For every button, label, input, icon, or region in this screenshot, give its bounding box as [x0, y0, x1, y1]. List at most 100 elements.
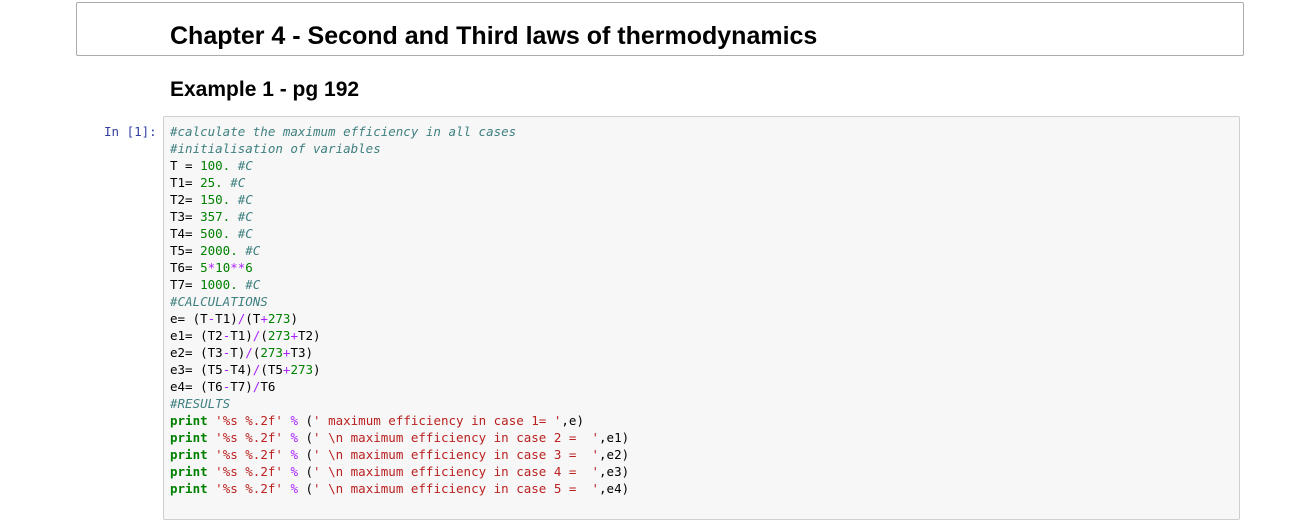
code-token-keyword: print [170, 413, 208, 428]
code-token-name: (T [245, 311, 261, 326]
markdown-cell-chapter[interactable]: Chapter 4 - Second and Third laws of the… [76, 2, 1244, 56]
code-token-name: e1= (T2 [170, 328, 223, 343]
code-token-name: ( [297, 413, 314, 428]
code-token-name: T = [170, 158, 201, 173]
code-token-comment: #RESULTS [170, 396, 231, 411]
code-cell-editor[interactable]: #calculate the maximum efficiency in all… [163, 116, 1240, 520]
code-token-name: T1= [170, 175, 201, 190]
code-token-name: T7) [230, 379, 253, 394]
code-line: #CALCULATIONS [170, 293, 629, 310]
code-token-string: ' \n maximum efficiency in case 5 = ' [313, 481, 600, 496]
code-token-name: ( [297, 447, 314, 462]
code-token-name [230, 158, 238, 173]
code-token-keyword: print [170, 464, 208, 479]
code-token-name [230, 192, 238, 207]
code-token-comment: #CALCULATIONS [170, 294, 268, 309]
code-token-op: / [245, 345, 253, 360]
code-token-number: 100. [200, 158, 231, 173]
code-token-name: T1) [215, 311, 238, 326]
code-token-name: ( [297, 430, 314, 445]
code-token-name: T2) [297, 328, 321, 343]
code-token-number: 357. [200, 209, 231, 224]
code-line: e= (T-T1)/(T+273) [170, 310, 629, 327]
code-token-op: % [290, 413, 298, 428]
code-line: T = 100. #C [170, 157, 629, 174]
code-token-name: ) [313, 362, 321, 377]
code-token-name: T5= [170, 243, 201, 258]
code-token-name: ) [290, 311, 298, 326]
code-token-string: ' \n maximum efficiency in case 2 = ' [313, 430, 600, 445]
code-line: T4= 500. #C [170, 225, 629, 242]
code-token-string: '%s %.2f' [215, 464, 283, 479]
code-token-comment: #C [237, 226, 253, 241]
code-token-number: 150. [200, 192, 231, 207]
code-line: print '%s %.2f' % (' \n maximum efficien… [170, 463, 629, 480]
code-token-comment: #calculate the maximum efficiency in all… [170, 124, 517, 139]
code-token-name: (T5 [260, 362, 283, 377]
code-token-number: 273 [267, 311, 291, 326]
code-token-op: % [290, 430, 298, 445]
code-token-comment: #C [230, 175, 246, 190]
code-token-number: 273 [290, 362, 314, 377]
code-line: print '%s %.2f' % (' maximum efficiency … [170, 412, 629, 429]
code-token-string: '%s %.2f' [215, 413, 283, 428]
code-line: T5= 2000. #C [170, 242, 629, 259]
code-token-name: T) [230, 345, 246, 360]
code-token-number: 500. [200, 226, 231, 241]
code-token-comment: #C [237, 209, 253, 224]
code-token-name: e3= (T5 [170, 362, 223, 377]
code-token-keyword: print [170, 447, 208, 462]
code-token-name: T2= [170, 192, 201, 207]
code-line: print '%s %.2f' % (' \n maximum efficien… [170, 429, 629, 446]
code-token-name: ( [297, 481, 314, 496]
code-token-name: T6 [260, 379, 276, 394]
code-line: e4= (T6-T7)/T6 [170, 378, 629, 395]
code-token-name: ,e3) [599, 464, 630, 479]
code-token-op: + [290, 328, 298, 343]
code-token-comment: #C [245, 277, 261, 292]
code-token-number: 25. [200, 175, 223, 190]
code-token-name: T7= [170, 277, 201, 292]
code-token-comment: #initialisation of variables [170, 141, 381, 156]
code-token-number: 273 [267, 328, 291, 343]
code-token-name: T1) [230, 328, 253, 343]
code-token-op: % [290, 481, 298, 496]
code-token-string: ' \n maximum efficiency in case 3 = ' [313, 447, 600, 462]
code-token-string: '%s %.2f' [215, 430, 283, 445]
code-token-name: ,e2) [599, 447, 630, 462]
code-token-op: % [290, 464, 298, 479]
code-token-number: 1000. [200, 277, 238, 292]
code-block[interactable]: #calculate the maximum efficiency in all… [170, 123, 629, 497]
code-token-number: 10 [215, 260, 231, 275]
code-token-name: e4= (T6 [170, 379, 223, 394]
code-line: print '%s %.2f' % (' \n maximum efficien… [170, 446, 629, 463]
code-token-number: 273 [260, 345, 283, 360]
code-line: T2= 150. #C [170, 191, 629, 208]
code-token-name: e= (T [170, 311, 208, 326]
code-token-name: ,e4) [599, 481, 630, 496]
code-token-name: ,e1) [599, 430, 630, 445]
code-line: T6= 5*10**6 [170, 259, 629, 276]
code-token-string: '%s %.2f' [215, 481, 283, 496]
code-line: #RESULTS [170, 395, 629, 412]
code-line: e1= (T2-T1)/(273+T2) [170, 327, 629, 344]
code-token-name: T3) [290, 345, 314, 360]
code-token-op: ** [230, 260, 246, 275]
code-token-keyword: print [170, 430, 208, 445]
code-line: e2= (T3-T)/(273+T3) [170, 344, 629, 361]
code-token-name [230, 209, 238, 224]
code-line: e3= (T5-T4)/(T5+273) [170, 361, 629, 378]
code-line: T7= 1000. #C [170, 276, 629, 293]
code-token-name: e2= (T3 [170, 345, 223, 360]
code-token-number: 5 [200, 260, 208, 275]
code-line: T1= 25. #C [170, 174, 629, 191]
chapter-title: Chapter 4 - Second and Third laws of the… [170, 22, 818, 50]
input-prompt: In [1]: [104, 124, 157, 139]
code-token-name: T4) [230, 362, 253, 377]
code-token-name: T4= [170, 226, 201, 241]
code-token-comment: #C [245, 243, 261, 258]
code-token-comment: #C [237, 158, 253, 173]
code-token-name [230, 226, 238, 241]
code-line: T3= 357. #C [170, 208, 629, 225]
code-token-name: ( [297, 464, 314, 479]
